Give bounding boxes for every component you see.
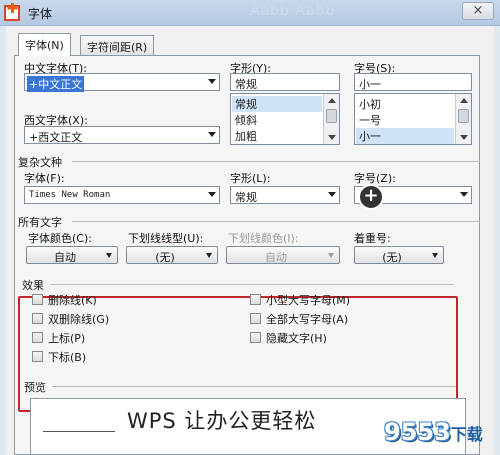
title-bar: 字体 Aabb Aabb ×	[0, 0, 500, 26]
section-divider	[50, 284, 454, 285]
scroll-thumb[interactable]	[458, 109, 469, 123]
underline-type-label: 下划线线型(U):	[128, 232, 204, 245]
complex-section-title: 复杂文种	[18, 156, 62, 169]
scroll-down-icon[interactable]	[460, 135, 468, 140]
subscript-checkbox[interactable]	[32, 351, 43, 362]
superscript-checkbox[interactable]	[32, 332, 43, 343]
emphasis-value: (无)	[382, 251, 402, 264]
font-style-scrollbar[interactable]	[323, 94, 339, 144]
chevron-down-icon	[328, 253, 334, 258]
emphasis-dropdown[interactable]: (无)	[354, 246, 444, 264]
preview-baseline	[43, 431, 115, 432]
complex-font-value: Times New Roman	[29, 190, 111, 200]
font-color-value: 自动	[54, 251, 76, 264]
scroll-up-icon[interactable]	[460, 98, 468, 103]
tab-character-spacing[interactable]: 字符间距(R)	[80, 35, 155, 55]
font-style-list[interactable]: 常规 倾斜 加粗	[230, 93, 340, 145]
section-divider	[52, 386, 456, 387]
list-item[interactable]: 小一	[356, 128, 454, 144]
list-item[interactable]: 一号	[359, 112, 381, 128]
underline-type-dropdown[interactable]: (无)	[126, 246, 218, 264]
font-dialog: 字体(N) 字符间距(R) 中文字体(T): +中文正文 字形(Y): 常规 常…	[6, 26, 494, 455]
add-cursor-icon: +	[358, 184, 384, 210]
font-size-input[interactable]: 小一	[354, 73, 472, 91]
chevron-down-icon[interactable]	[460, 192, 468, 197]
underline-color-label: 下划线颜色(I):	[228, 232, 299, 245]
font-size-scrollbar[interactable]	[455, 94, 471, 144]
complex-size-label: 字号(Z):	[354, 172, 396, 185]
font-size-value: 小一	[359, 78, 381, 91]
section-divider	[72, 161, 480, 162]
preview-text: WPS 让办公更轻松	[127, 409, 317, 433]
western-font-combo[interactable]: +西文正文	[24, 126, 220, 144]
list-item[interactable]: 倾斜	[235, 112, 257, 128]
superscript-label[interactable]: 上标(P)	[48, 330, 85, 346]
chevron-down-icon[interactable]	[208, 132, 216, 137]
scroll-thumb[interactable]	[326, 109, 337, 123]
watermark-sub: 下载	[450, 425, 483, 444]
section-divider	[72, 221, 480, 222]
font-color-dropdown[interactable]: 自动	[26, 246, 118, 264]
hidden-text-checkbox[interactable]	[250, 332, 261, 343]
small-caps-label[interactable]: 小型大写字母(M)	[266, 292, 350, 308]
chinese-font-combo[interactable]: +中文正文	[24, 73, 220, 92]
preview-section-title: 预览	[24, 381, 46, 394]
scroll-down-icon[interactable]	[328, 135, 336, 140]
site-watermark-logo: 9553下载	[384, 418, 483, 446]
chevron-down-icon[interactable]	[328, 192, 336, 197]
font-style-value: 常规	[235, 78, 257, 91]
close-button[interactable]: ×	[462, 2, 494, 20]
underline-type-value: (无)	[155, 251, 175, 264]
all-caps-label[interactable]: 全部大写字母(A)	[266, 311, 348, 327]
emphasis-label: 着重号:	[354, 232, 391, 245]
chevron-down-icon[interactable]	[208, 79, 216, 84]
complex-font-label: 字体(F):	[24, 172, 65, 185]
chevron-down-icon[interactable]	[208, 192, 216, 197]
small-caps-checkbox[interactable]	[250, 294, 261, 305]
double-strikethrough-label[interactable]: 双删除线(G)	[48, 311, 109, 327]
all-text-section-title: 所有文字	[18, 216, 62, 229]
strikethrough-label[interactable]: 删除线(K)	[48, 292, 97, 308]
complex-style-value: 常规	[235, 191, 257, 204]
hidden-text-label[interactable]: 隐藏文字(H)	[266, 330, 327, 346]
list-item[interactable]: 小初	[359, 96, 381, 112]
title-ghost-text: Aabb Aabb	[250, 3, 336, 19]
all-caps-checkbox[interactable]	[250, 313, 261, 324]
underline-color-value: 自动	[265, 251, 287, 264]
complex-font-combo[interactable]: Times New Roman	[24, 186, 220, 204]
wps-app-icon	[4, 3, 20, 21]
list-item[interactable]: 常规	[232, 96, 322, 112]
tab-font[interactable]: 字体(N)	[18, 33, 71, 56]
scroll-up-icon[interactable]	[328, 98, 336, 103]
font-size-list[interactable]: 小初 一号 小一	[354, 93, 472, 145]
subscript-label[interactable]: 下标(B)	[48, 349, 86, 365]
complex-style-label: 字形(L):	[230, 172, 271, 185]
underline-color-dropdown: 自动	[226, 246, 340, 264]
western-font-value: +西文正文	[29, 131, 83, 144]
window-title: 字体	[28, 7, 53, 21]
font-style-input[interactable]: 常规	[230, 73, 340, 91]
chinese-font-value: +中文正文	[27, 76, 85, 92]
watermark-number: 9553	[384, 418, 451, 446]
chevron-down-icon[interactable]	[106, 253, 112, 258]
double-strikethrough-checkbox[interactable]	[32, 313, 43, 324]
effects-section-title: 效果	[22, 279, 44, 292]
complex-style-combo[interactable]: 常规	[230, 186, 340, 204]
strikethrough-checkbox[interactable]	[32, 294, 43, 305]
chevron-down-icon[interactable]	[432, 253, 438, 258]
font-color-label: 字体颜色(C):	[28, 232, 92, 245]
chevron-down-icon[interactable]	[206, 253, 212, 258]
list-item[interactable]: 加粗	[235, 128, 257, 144]
